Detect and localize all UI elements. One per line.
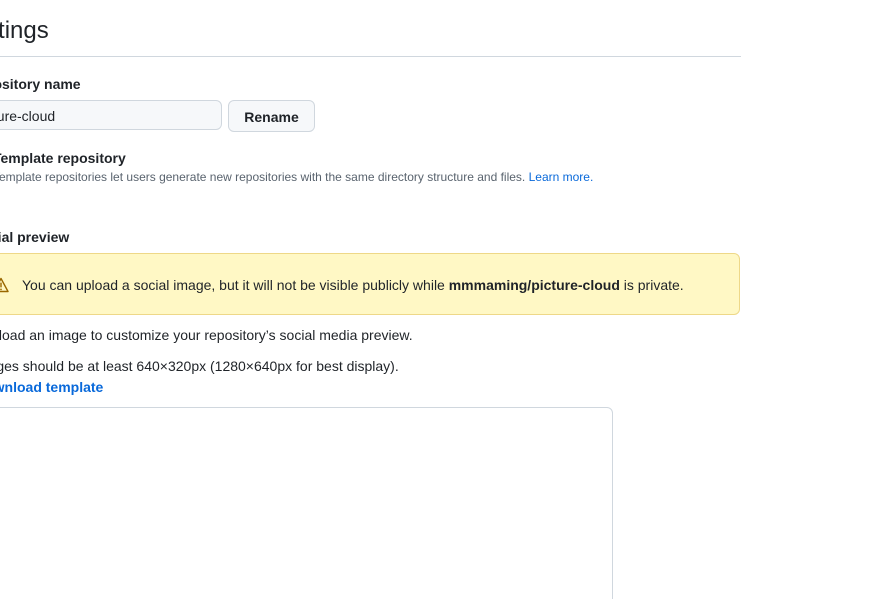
template-repository-description: Template repositories let users generate…: [0, 169, 593, 185]
page-title: Settings: [0, 17, 49, 44]
private-repo-warning: You can upload a social image, but it wi…: [0, 253, 740, 315]
warning-suffix: is private.: [619, 277, 684, 293]
template-description-text: Template repositories let users generate…: [0, 170, 526, 184]
upload-instruction: Upload an image to customize your reposi…: [0, 327, 413, 343]
repository-name-label: Repository name: [0, 76, 81, 92]
warning-prefix: You can upload a social image, but it wi…: [22, 277, 449, 293]
download-template-link[interactable]: Download template: [0, 377, 103, 397]
warning-message: You can upload a social image, but it wi…: [22, 275, 684, 295]
warning-repo-name: mmmaming/picture-cloud: [448, 277, 620, 293]
repository-name-input[interactable]: picture-cloud: [0, 100, 222, 130]
template-repository-label: Template repository: [0, 150, 126, 166]
rename-button[interactable]: Rename: [228, 100, 315, 132]
alert-icon: [0, 277, 9, 293]
repository-settings-page: Settings Repository name picture-cloud R…: [0, 0, 876, 599]
social-preview-label: Social preview: [0, 229, 70, 245]
image-size-hint: Images should be at least 640×320px (128…: [0, 358, 399, 374]
social-preview-image-box[interactable]: [0, 407, 613, 599]
title-divider: [0, 56, 741, 57]
learn-more-link[interactable]: Learn more.: [529, 170, 594, 184]
